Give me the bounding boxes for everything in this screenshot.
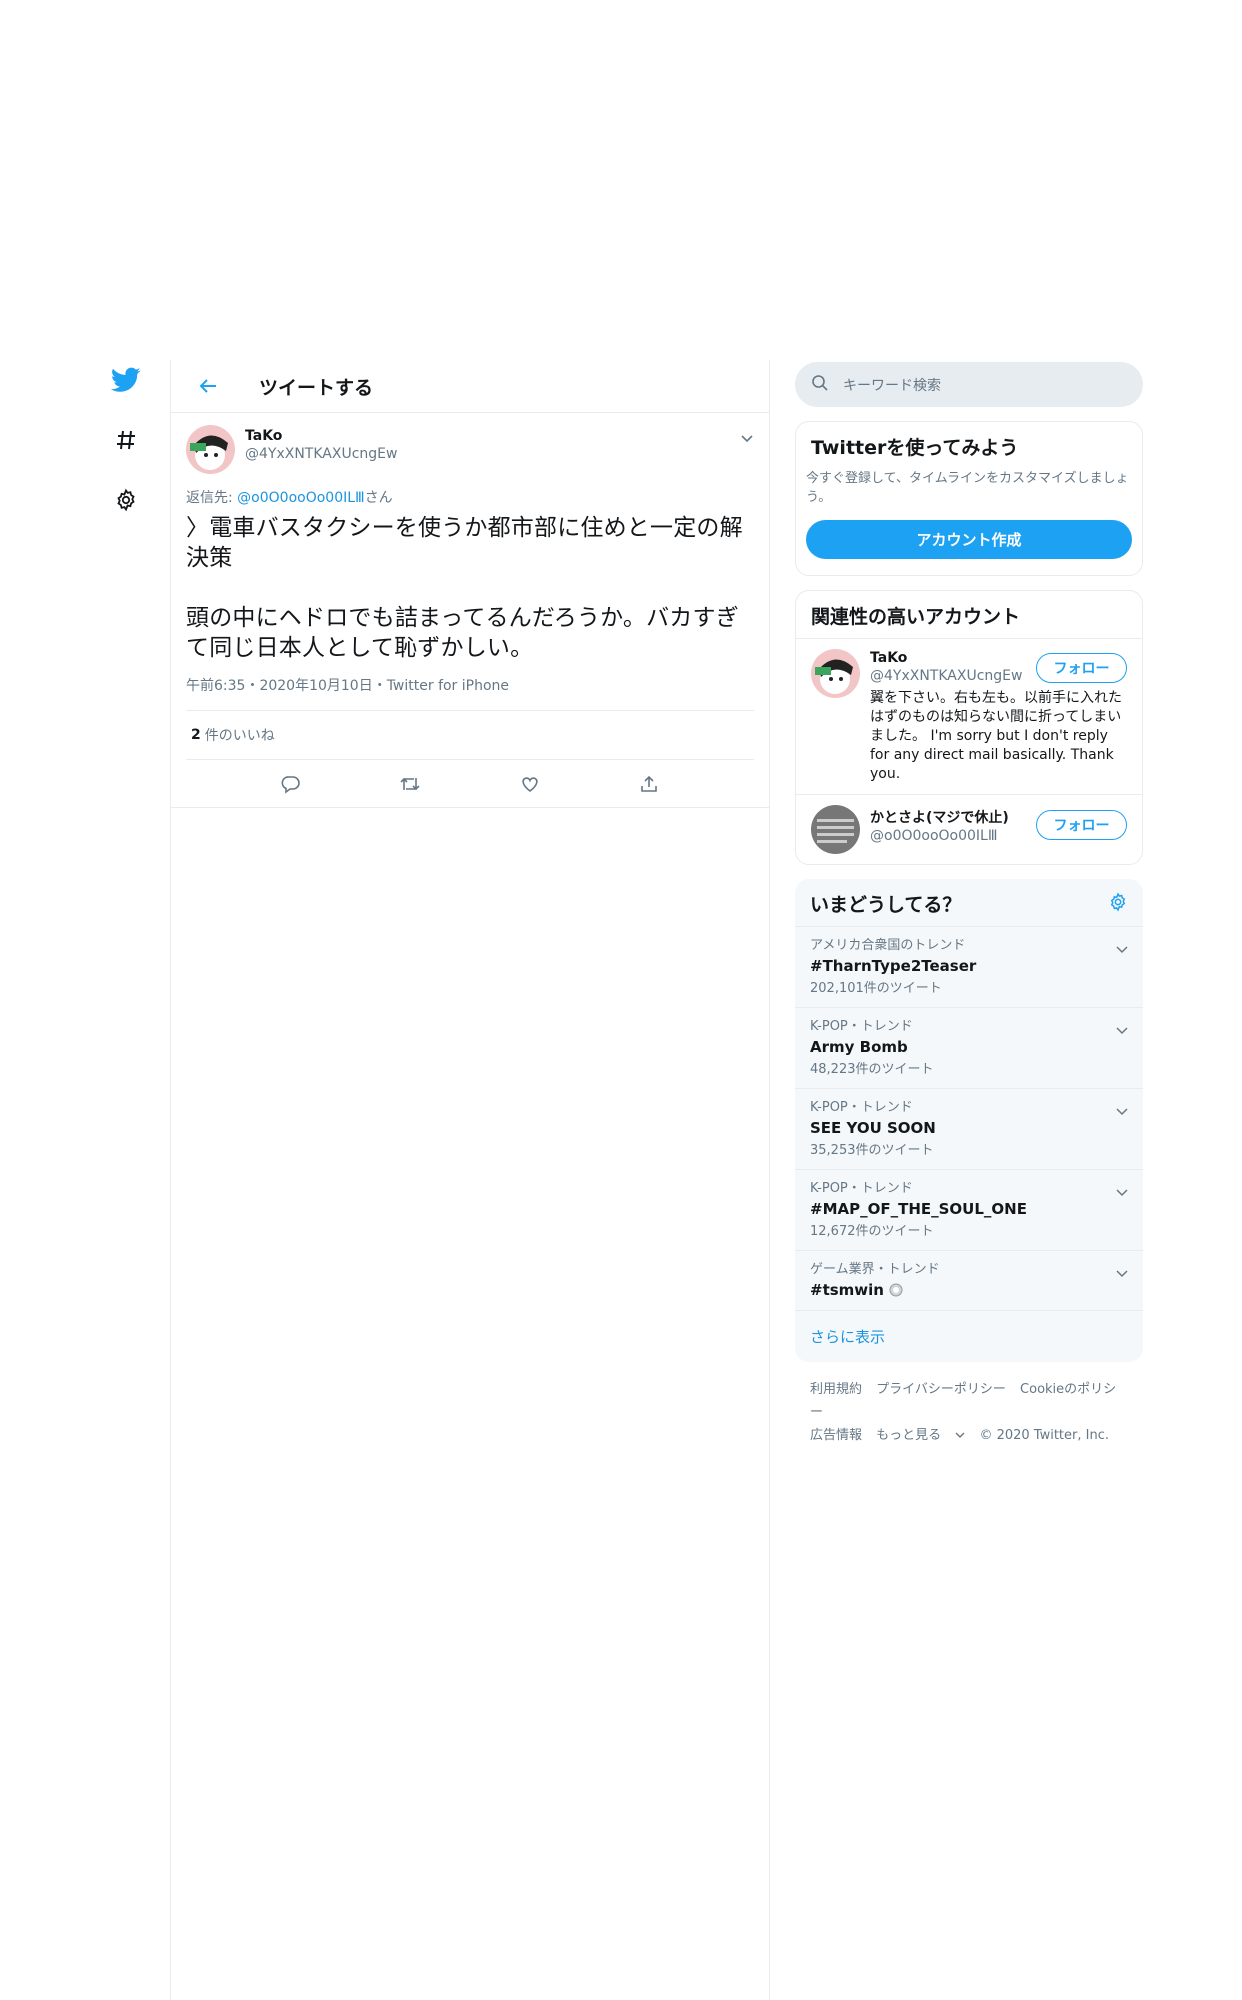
related-title: 関連性の高いアカウント	[811, 606, 1021, 628]
trends-settings-gear-icon[interactable]	[1108, 891, 1128, 916]
main-column: ツイートする TaKo @4YxXNTKAXUcngEw 返信先: @o0O0o…	[170, 360, 770, 2000]
like-heart-icon[interactable]	[512, 766, 548, 802]
trend-item[interactable]: アメリカ合衆国のトレンド #TharnType2Teaser 202,101件の…	[795, 926, 1143, 1007]
footer-link-terms[interactable]: 利用規約	[810, 1382, 862, 1397]
back-arrow-icon[interactable]	[191, 369, 225, 403]
retweet-icon[interactable]	[392, 766, 428, 802]
signup-title: Twitterを使ってみよう	[811, 437, 1019, 459]
share-icon[interactable]	[631, 766, 667, 802]
chevron-down-icon[interactable]	[1116, 1020, 1128, 1039]
likes-number: 2	[191, 727, 201, 743]
trend-item[interactable]: ゲーム業界・トレンド #tsmwin	[795, 1250, 1143, 1310]
follow-button[interactable]: フォロー	[1036, 653, 1127, 683]
trend-context: K-POP・トレンド	[810, 1019, 913, 1034]
chevron-down-icon[interactable]	[1116, 1182, 1128, 1201]
footer-link-privacy[interactable]: プライバシーポリシー	[876, 1382, 1006, 1397]
left-nav	[106, 360, 146, 540]
trends-title: いまどうしてる？	[810, 894, 962, 916]
author-handle[interactable]: @4YxXNTKAXUcngEw	[245, 445, 397, 463]
trend-hashflag-icon	[889, 1281, 903, 1299]
trend-context: アメリカ合衆国のトレンド	[810, 938, 966, 953]
avatar[interactable]	[811, 649, 860, 698]
show-more-link[interactable]: さらに表示	[795, 1310, 1143, 1362]
chevron-down-icon[interactable]	[1116, 1101, 1128, 1120]
reply-suffix: さん	[364, 490, 393, 506]
twitter-logo-icon[interactable]	[106, 360, 146, 400]
reply-to: 返信先: @o0O0ooOo00ILⅢさん	[186, 489, 754, 507]
search-placeholder: キーワード検索	[843, 377, 941, 394]
create-account-button[interactable]: アカウント作成	[806, 520, 1132, 559]
author-name[interactable]: TaKo	[245, 427, 397, 445]
reply-mention-link[interactable]: @o0O0ooOo00ILⅢ	[237, 490, 365, 506]
trend-name: #MAP_OF_THE_SOUL_ONE	[810, 1200, 1027, 1218]
chevron-down-icon[interactable]	[740, 429, 754, 448]
trend-context: K-POP・トレンド	[810, 1181, 913, 1196]
main-header: ツイートする	[171, 360, 769, 413]
signup-subtitle: 今すぐ登録して、タイムラインをカスタマイズしましょう。	[806, 471, 1129, 505]
account-bio: 翼を下さい。右も左も。以前手に入れたはずのものは知らない間に折ってしまいました。…	[870, 690, 1122, 782]
chevron-down-icon[interactable]	[1116, 1263, 1128, 1282]
footer-more-label: もっと見る	[876, 1428, 942, 1443]
trend-count: 202,101件のツイート	[810, 981, 942, 996]
tweet-author: TaKo @4YxXNTKAXUcngEw	[186, 423, 754, 481]
search-icon	[811, 374, 829, 396]
trend-item[interactable]: K-POP・トレンド SEE YOU SOON 35,253件のツイート	[795, 1088, 1143, 1169]
search-input[interactable]: キーワード検索	[795, 362, 1143, 407]
likes-count[interactable]: 2 件のいいね	[186, 710, 754, 760]
trend-context: ゲーム業界・トレンド	[810, 1262, 940, 1277]
reply-prefix: 返信先:	[186, 490, 238, 506]
footer-copyright: © 2020 Twitter, Inc.	[979, 1428, 1109, 1443]
tweet-actions	[171, 760, 769, 808]
right-sidebar: キーワード検索 Twitterを使ってみよう 今すぐ登録して、タイムラインをカス…	[795, 362, 1143, 1463]
footer-link-ads[interactable]: 広告情報	[810, 1428, 862, 1443]
account-item[interactable]: TaKo @4YxXNTKAXUcngEw 翼を下さい。右も左も。以前手に入れた…	[796, 638, 1142, 794]
page: ツイートする TaKo @4YxXNTKAXUcngEw 返信先: @o0O0o…	[0, 0, 1242, 2000]
follow-button[interactable]: フォロー	[1036, 810, 1127, 840]
trend-count: 12,672件のツイート	[810, 1224, 934, 1239]
footer-link-more[interactable]: もっと見る	[876, 1428, 965, 1443]
trend-item[interactable]: K-POP・トレンド Army Bomb 48,223件のツイート	[795, 1007, 1143, 1088]
trend-name-text: #tsmwin	[810, 1281, 884, 1299]
trend-item[interactable]: K-POP・トレンド #MAP_OF_THE_SOUL_ONE 12,672件の…	[795, 1169, 1143, 1250]
avatar[interactable]	[811, 805, 860, 854]
likes-label: 件のいいね	[204, 728, 275, 744]
trend-name: Army Bomb	[810, 1038, 908, 1056]
trend-name: #TharnType2Teaser	[810, 957, 977, 975]
tweet-detail: TaKo @4YxXNTKAXUcngEw 返信先: @o0O0ooOo00IL…	[171, 413, 769, 808]
settings-gear-icon[interactable]	[106, 480, 146, 520]
avatar[interactable]	[186, 425, 235, 474]
page-title: ツイートする	[259, 376, 374, 399]
tweet-text: 〉電車バスタクシーを使うか都市部に住めと一定の解決策 頭の中にヘドロでも詰まって…	[186, 515, 743, 661]
chevron-down-icon[interactable]	[1116, 939, 1128, 958]
reply-icon[interactable]	[273, 766, 309, 802]
footer-links: 利用規約 プライバシーポリシー Cookieのポリシー 広告情報 もっと見る ©…	[795, 1362, 1143, 1463]
signup-card: Twitterを使ってみよう 今すぐ登録して、タイムラインをカスタマイズしましょ…	[795, 421, 1143, 576]
explore-hashtag-icon[interactable]	[106, 420, 146, 460]
trend-name: SEE YOU SOON	[810, 1119, 936, 1137]
trend-count: 48,223件のツイート	[810, 1062, 934, 1077]
chevron-down-icon	[955, 1432, 965, 1438]
related-accounts-card: 関連性の高いアカウント TaKo @4YxXNTKAXUcngEw 翼を下さい。…	[795, 590, 1143, 865]
trend-name: #tsmwin	[810, 1280, 1128, 1300]
tweet-timestamp[interactable]: 午前6:35・2020年10月10日・Twitter for iPhone	[186, 677, 754, 695]
trend-context: K-POP・トレンド	[810, 1100, 913, 1115]
trend-count: 35,253件のツイート	[810, 1143, 934, 1158]
trends-card: いまどうしてる？ アメリカ合衆国のトレンド #TharnType2Teaser …	[795, 879, 1143, 1362]
account-item[interactable]: かとさよ(マジで休止) @o0O0ooOo00ILⅢ フォロー	[796, 794, 1142, 864]
